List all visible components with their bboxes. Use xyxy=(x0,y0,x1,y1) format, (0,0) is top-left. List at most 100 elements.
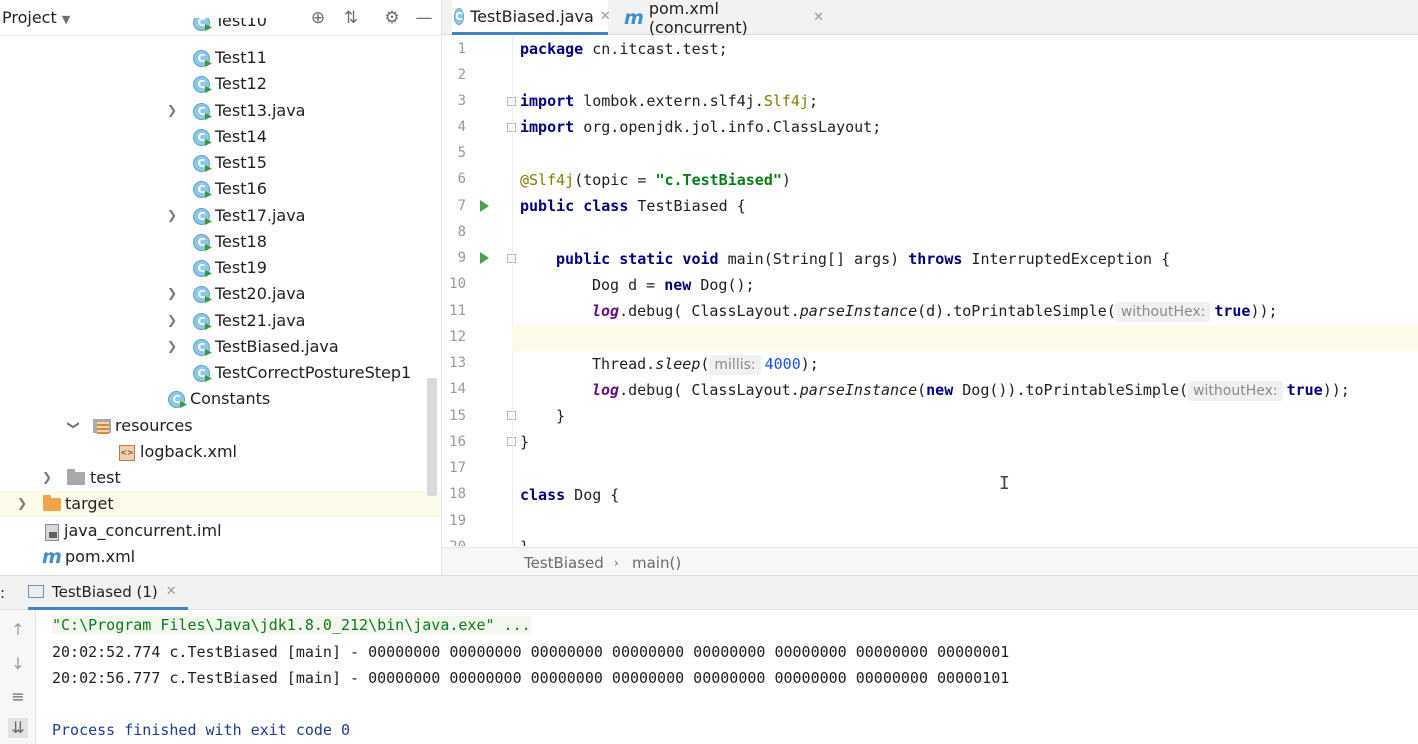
tree-item-label: Test14 xyxy=(215,127,267,146)
xml-file-icon: <> xyxy=(119,445,135,461)
code-line-7: public class TestBiased { xyxy=(520,197,746,215)
run-panel: : TestBiased (1) ✕ ↑ ↓ ≡ ⇊ "C:\Program F… xyxy=(0,575,1418,744)
code-line-1: package cn.itcast.test; xyxy=(520,40,728,58)
current-line-highlight xyxy=(512,325,1418,351)
soft-wrap-icon[interactable]: ≡ xyxy=(8,687,28,707)
run-header: : TestBiased (1) ✕ xyxy=(0,576,1418,610)
tab-run-testbiased[interactable]: TestBiased (1) ✕ xyxy=(28,576,188,610)
tree-item-test17-java[interactable]: ❯ C Test17.java xyxy=(0,203,441,229)
tree-item-test10[interactable]: C Test10 xyxy=(0,18,441,36)
tree-item-label: Test20.java xyxy=(215,284,306,303)
chevron-down-icon[interactable]: ❯ xyxy=(67,419,81,431)
project-scrollbar[interactable] xyxy=(427,378,437,496)
tree-item-label: Test16 xyxy=(215,179,267,198)
tree-item-label: resources xyxy=(115,416,193,435)
class-icon: C xyxy=(193,181,210,198)
line-number: 8 xyxy=(457,224,466,240)
class-icon: C xyxy=(193,234,210,251)
run-gutter-icon[interactable] xyxy=(480,252,489,264)
chevron-right-icon[interactable]: ❯ xyxy=(166,314,178,326)
code-line-3: import lombok.extern.slf4j.Slf4j; xyxy=(520,92,819,110)
code-line-16: } xyxy=(520,433,530,451)
class-icon: C xyxy=(193,18,210,31)
tree-item-pom-xml[interactable]: m pom.xml xyxy=(0,544,441,570)
line-number: 7 xyxy=(457,198,466,214)
tree-item-label: Test12 xyxy=(215,74,267,93)
tree-item-label: logback.xml xyxy=(140,442,237,461)
console-output-line: 20:02:56.777 c.TestBiased [main] - 00000… xyxy=(52,669,1010,687)
close-icon[interactable]: ✕ xyxy=(166,584,177,599)
tree-item-test18[interactable]: C Test18 xyxy=(0,229,441,255)
tree-item-testbiased-java[interactable]: ❯ C TestBiased.java xyxy=(0,334,441,360)
close-icon[interactable]: ✕ xyxy=(813,10,824,25)
class-icon: C xyxy=(168,391,185,408)
tree-item-label: java_concurrent.iml xyxy=(64,521,222,540)
tree-item-label: Test11 xyxy=(215,48,267,67)
line-number: 6 xyxy=(457,171,466,187)
breadcrumb-item-method[interactable]: main() xyxy=(632,554,681,572)
line-number: 20 xyxy=(442,539,466,546)
line-number: 4 xyxy=(457,119,466,135)
chevron-right-icon[interactable]: ❯ xyxy=(166,287,178,299)
line-number: 13 xyxy=(449,355,466,371)
tree-item-test20-java[interactable]: ❯ C Test20.java xyxy=(0,281,441,307)
console-command-line: "C:\Program Files\Java\jdk1.8.0_212\bin\… xyxy=(52,616,531,634)
tree-item-test12[interactable]: C Test12 xyxy=(0,71,441,97)
arrow-up-icon[interactable]: ↑ xyxy=(8,620,28,640)
tree-item-label: Test17.java xyxy=(215,206,306,225)
line-number: 16 xyxy=(449,434,466,450)
tree-item-java-concurrent-iml[interactable]: java_concurrent.iml xyxy=(0,518,441,544)
chevron-right-icon[interactable]: ❯ xyxy=(16,497,28,509)
tree-item-constants[interactable]: C Constants xyxy=(0,386,441,412)
tree-item-label: Constants xyxy=(190,389,271,408)
class-icon: C xyxy=(193,339,210,356)
tree-item-test21-java[interactable]: ❯ C Test21.java xyxy=(0,308,441,334)
scroll-to-end-icon[interactable]: ⇊ xyxy=(8,718,28,738)
tree-item-target[interactable]: ❯ target xyxy=(0,491,441,517)
tree-item-label: Test19 xyxy=(215,258,267,277)
code-line-9: public static void main(String[] args) t… xyxy=(556,250,1171,268)
tree-item-label: pom.xml xyxy=(65,547,136,566)
class-icon: C xyxy=(193,129,210,146)
arrow-down-icon[interactable]: ↓ xyxy=(8,654,28,674)
class-icon: C xyxy=(193,103,210,120)
module-file-icon xyxy=(45,524,59,541)
breadcrumb-item-class[interactable]: TestBiased xyxy=(524,554,604,572)
tree-item-test16[interactable]: C Test16 xyxy=(0,176,441,202)
line-number: 1 xyxy=(457,41,466,57)
tree-item-label: target xyxy=(65,494,114,513)
excluded-folder-icon xyxy=(43,495,61,511)
mouse-ibeam-cursor: I xyxy=(999,473,1010,494)
tree-item-label: Test18 xyxy=(215,232,267,251)
tree-item-test11[interactable]: C Test11 xyxy=(0,45,441,71)
line-number: 18 xyxy=(449,486,466,502)
tree-item-logback-xml[interactable]: <> logback.xml xyxy=(0,439,441,465)
chevron-right-icon[interactable]: ❯ xyxy=(166,209,178,221)
tree-item-test14[interactable]: C Test14 xyxy=(0,124,441,150)
parameter-hint: withoutHex: xyxy=(1188,381,1283,401)
tree-item-resources[interactable]: ❯ resources xyxy=(0,413,441,439)
class-icon: C xyxy=(193,208,210,225)
chevron-right-icon[interactable]: ❯ xyxy=(41,471,53,483)
class-icon: C xyxy=(193,313,210,330)
close-icon[interactable]: ✕ xyxy=(600,9,611,24)
tree-item-test19[interactable]: C Test19 xyxy=(0,255,441,281)
tab-label: TestBiased.java xyxy=(470,6,594,26)
line-number: 15 xyxy=(449,408,466,424)
tree-item-label: Test15 xyxy=(215,153,267,172)
tree-item-label: test xyxy=(90,468,121,487)
tree-item-test15[interactable]: C Test15 xyxy=(0,150,441,176)
chevron-right-icon[interactable]: ❯ xyxy=(166,340,178,352)
code-area[interactable]: package cn.itcast.test; import lombok.ex… xyxy=(512,36,1418,546)
run-gutter-icon[interactable] xyxy=(480,200,489,212)
class-icon: C xyxy=(193,286,210,303)
code-line-11: log.debug( ClassLayout.parseInstance(d).… xyxy=(592,302,1278,322)
chevron-right-icon: › xyxy=(614,556,619,570)
tab-pom-xml[interactable]: m pom.xml (concurrent) ✕ xyxy=(624,0,824,37)
tree-item-testcorrectposturestep1[interactable]: C TestCorrectPostureStep1 xyxy=(0,360,441,386)
tree-item-label: Test13.java xyxy=(215,101,306,120)
tree-item-test[interactable]: ❯ test xyxy=(0,465,441,491)
chevron-right-icon[interactable]: ❯ xyxy=(166,104,178,116)
tab-testbiased-java[interactable]: C TestBiased.java ✕ xyxy=(452,0,611,35)
tree-item-test13-java[interactable]: ❯ C Test13.java xyxy=(0,98,441,124)
